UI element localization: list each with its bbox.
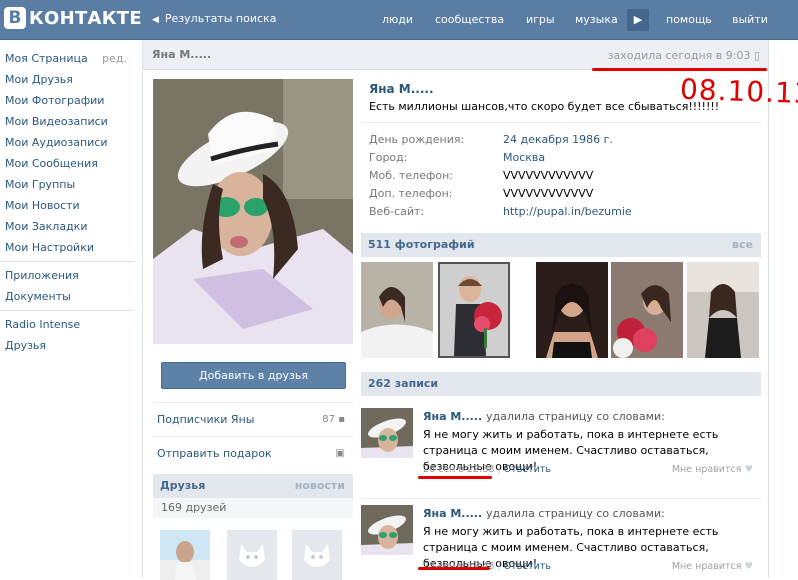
- sidebar-item-messages[interactable]: Мои Сообщения: [0, 153, 134, 174]
- sidebar-item-my-page[interactable]: Моя Страница ред.: [0, 48, 134, 69]
- left-sidebar: Моя Страница ред. Мои Друзья Мои Фотограф…: [0, 48, 134, 356]
- friend-avatar-placeholder[interactable]: [227, 530, 277, 580]
- back-label: Результаты поиска: [164, 12, 277, 25]
- red-underline-annotation: [592, 68, 767, 71]
- heart-icon: ♥: [744, 561, 753, 572]
- post-action-text: удалила страницу со словами:: [486, 507, 665, 520]
- sidebar-item-photos[interactable]: Мои Фотографии: [0, 90, 134, 111]
- sidebar-item-audio[interactable]: Мои Аудиозаписи: [0, 132, 134, 153]
- post-author-link[interactable]: Яна М.....: [423, 507, 482, 520]
- post-author-link[interactable]: Яна М.....: [423, 410, 482, 423]
- post-action-text: удалила страницу со словами:: [486, 410, 665, 423]
- deactivated-dog-icon: [227, 530, 277, 580]
- sidebar-divider: [0, 310, 134, 311]
- edit-link[interactable]: ред.: [102, 48, 127, 69]
- friends-section-header[interactable]: Друзья новости: [153, 474, 353, 498]
- red-underline-annotation: [418, 476, 492, 479]
- sidebar-item-friends[interactable]: Мои Друзья: [0, 69, 134, 90]
- friend-avatar[interactable]: [160, 530, 210, 580]
- post-author-avatar[interactable]: [361, 505, 413, 555]
- photo-thumbnail-image: [611, 262, 683, 358]
- info-divider: [361, 122, 761, 123]
- friend-avatar-placeholder[interactable]: [292, 530, 342, 580]
- nav-music[interactable]: музыка: [575, 13, 618, 26]
- post-avatar-image: [361, 505, 413, 555]
- post-date-link[interactable]: 26 сен в 22:38: [423, 464, 494, 475]
- title-name: Яна М.....: [152, 48, 212, 61]
- post-like-button[interactable]: Мне нравится ♥: [672, 464, 753, 475]
- photo-thumbnail[interactable]: [361, 262, 433, 358]
- sidebar-item-settings[interactable]: Мои Настройки: [0, 237, 134, 258]
- sidebar-divider: [0, 261, 134, 262]
- info-row-website: Веб-сайт: http://pupal.in/bezumie: [369, 205, 632, 218]
- info-row-city: Город: Москва: [369, 151, 546, 164]
- top-header: В КОНТАКТЕ ◀ Результаты поиска люди сообщ…: [0, 0, 798, 40]
- handwritten-date-annotation: 08.10.13: [679, 72, 798, 111]
- photo-thumbnail[interactable]: [611, 262, 683, 358]
- profile-name: Яна М.....: [369, 82, 434, 96]
- nav-more-arrow-icon[interactable]: ▶: [627, 9, 649, 31]
- photos-section-header[interactable]: 511 фотографий все: [361, 233, 761, 257]
- nav-communities[interactable]: сообщества: [435, 13, 504, 26]
- vk-logo[interactable]: В КОНТАКТЕ: [4, 7, 142, 29]
- website-link[interactable]: http://pupal.in/bezumie: [503, 205, 632, 218]
- post-like-button[interactable]: Мне нравится ♥: [672, 561, 753, 572]
- heart-icon: ♥: [744, 464, 753, 475]
- photos-all-link[interactable]: все: [732, 233, 753, 257]
- logo-text: КОНТАКТЕ: [29, 7, 142, 29]
- friends-news-link[interactable]: новости: [295, 474, 345, 498]
- send-gift-link[interactable]: Отправить подарок ▣: [153, 436, 353, 470]
- deactivated-dog-icon: [292, 530, 342, 580]
- wall-section-header[interactable]: 262 записи: [361, 372, 761, 396]
- device-icon: ▯: [753, 49, 760, 62]
- birthday-value[interactable]: 24 декабря 1986 г.: [503, 133, 613, 146]
- friend-avatar-image: [160, 530, 210, 580]
- last-seen-status: заходила сегодня в 9:03 ▯: [607, 49, 760, 62]
- profile-photo[interactable]: [153, 79, 353, 344]
- photo-thumbnail[interactable]: [438, 262, 510, 358]
- info-row-birthday: День рождения: 24 декабря 1986 г.: [369, 133, 613, 146]
- photo-thumbnail-image: [361, 262, 433, 358]
- add-friend-button[interactable]: Добавить в друзья: [161, 362, 346, 389]
- subscribers-count: 87 ▪: [322, 414, 345, 425]
- photo-thumbnail[interactable]: [687, 262, 759, 358]
- sidebar-item-druzya-app[interactable]: Друзья: [0, 335, 134, 356]
- nav-logout[interactable]: выйти: [732, 13, 768, 26]
- sidebar-item-groups[interactable]: Мои Группы: [0, 174, 134, 195]
- profile-status: Есть миллионы шансов,что скоро будет все…: [369, 100, 720, 113]
- chevron-left-icon: ◀: [152, 15, 159, 25]
- post-avatar-image: [361, 408, 413, 458]
- photo-thumbnail-image: [687, 262, 759, 358]
- sidebar-item-bookmarks[interactable]: Мои Закладки: [0, 216, 134, 237]
- post-meta: 26 сен в 22:38 | Ответить: [423, 464, 551, 475]
- friends-count: 169 друзей: [153, 498, 353, 518]
- sidebar-item-videos[interactable]: Мои Видеозаписи: [0, 111, 134, 132]
- nav-people[interactable]: люди: [382, 13, 413, 26]
- info-row-phone2: Доп. телефон: VVVVVVVVVVVV: [369, 187, 594, 200]
- logo-letter: В: [4, 7, 26, 29]
- sidebar-item-apps[interactable]: Приложения: [0, 265, 134, 286]
- photo-thumbnail[interactable]: [536, 262, 608, 358]
- nav-games[interactable]: игры: [526, 13, 555, 26]
- profile-title-bar: Яна М..... заходила сегодня в 9:03 ▯: [143, 40, 768, 70]
- profile-photo-drawing: [153, 79, 353, 344]
- red-underline-annotation: [418, 567, 490, 570]
- nav-help[interactable]: помощь: [666, 13, 712, 26]
- info-row-mobile: Моб. телефон: VVVVVVVVVVVV: [369, 169, 594, 182]
- sidebar-item-documents[interactable]: Документы: [0, 286, 134, 307]
- gift-icon: ▣: [335, 448, 345, 459]
- city-value[interactable]: Москва: [503, 151, 545, 164]
- subscribers-link[interactable]: Подписчики Яны 87 ▪: [153, 402, 353, 436]
- sidebar-item-news[interactable]: Мои Новости: [0, 195, 134, 216]
- wall-post: Яна М..... удалила страницу со словами: …: [361, 498, 761, 572]
- post-reply-link[interactable]: Ответить: [504, 561, 551, 572]
- sidebar-item-radio-intense[interactable]: Radio Intense: [0, 314, 134, 335]
- photo-thumbnail-image: [440, 264, 508, 356]
- back-to-search-link[interactable]: ◀ Результаты поиска: [152, 12, 276, 25]
- photo-thumbnail-image: [536, 262, 608, 358]
- person-icon: ▪: [338, 414, 345, 425]
- profile-main: Яна М..... заходила сегодня в 9:03 ▯ Доб…: [142, 40, 769, 580]
- post-author-avatar[interactable]: [361, 408, 413, 458]
- post-reply-link[interactable]: Ответить: [504, 464, 551, 475]
